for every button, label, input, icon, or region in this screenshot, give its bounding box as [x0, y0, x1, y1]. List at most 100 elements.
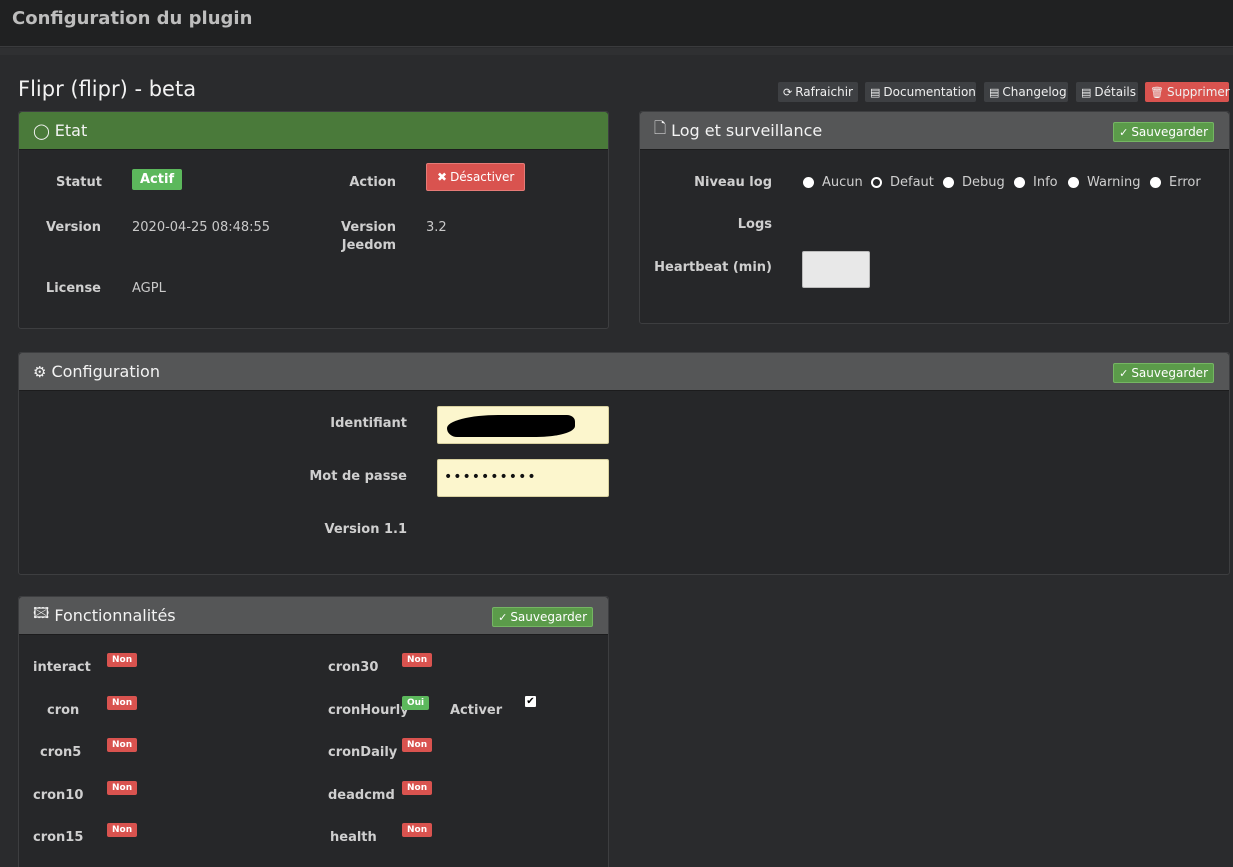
log-save-label: Sauvegarder	[1131, 125, 1208, 139]
radio-icon	[803, 177, 814, 188]
configuration-save-label: Sauvegarder	[1131, 366, 1208, 380]
configuration-title: Configuration	[51, 362, 160, 381]
feature-cronhourly-label: cronHourly	[328, 703, 409, 718]
version-jeedom-value: 3.2	[426, 220, 447, 235]
feature-cron5-label: cron5	[40, 745, 82, 760]
radio-icon	[1150, 177, 1161, 188]
feature-interact-badge: Non	[107, 653, 138, 667]
feature-cron-badge: Non	[107, 696, 138, 710]
statut-label: Statut	[55, 175, 102, 190]
log-level-label: Debug	[962, 175, 1005, 190]
configuration-panel-header: ⚙ Configuration	[19, 353, 1229, 391]
version-label: Version	[46, 220, 101, 235]
activer-checkbox[interactable]: ✔	[525, 696, 536, 707]
page-title: Configuration du plugin	[12, 8, 253, 29]
radio-icon	[943, 177, 954, 188]
feature-cron15-badge: Non	[107, 823, 138, 837]
delete-button[interactable]: 🗑 Supprimer	[1145, 82, 1230, 102]
fonctionnalites-save-button[interactable]: ✓ Sauvegarder	[492, 607, 593, 627]
book-icon: ▤	[989, 85, 1000, 99]
gears-icon: ⚙	[33, 362, 47, 381]
refresh-button[interactable]: ⟳ Rafraichir	[778, 82, 858, 102]
top-bar: Configuration du plugin	[0, 0, 1233, 47]
log-level-error[interactable]: Error	[1150, 175, 1201, 190]
status-badge: Actif	[132, 169, 183, 190]
license-value: AGPL	[132, 281, 166, 296]
log-save-button[interactable]: ✓ Sauvegarder	[1113, 122, 1214, 142]
log-level-label: Defaut	[890, 175, 934, 190]
check-circle-icon: ✓	[1119, 366, 1129, 380]
file-icon: 🗋	[654, 119, 667, 137]
identifiant-field[interactable]	[437, 406, 609, 444]
header-separator	[0, 48, 1233, 55]
configuration-save-button[interactable]: ✓ Sauvegarder	[1113, 363, 1214, 383]
log-level-label: Error	[1169, 175, 1201, 190]
trash-icon: 🗑	[1150, 85, 1164, 99]
book-icon: ▤	[870, 85, 881, 99]
feature-cron5-badge: Non	[107, 738, 138, 752]
feature-health-badge: Non	[402, 823, 433, 837]
action-label: Action	[349, 175, 396, 190]
feature-interact-label: interact	[33, 660, 91, 675]
details-button[interactable]: ▤ Détails	[1076, 82, 1138, 102]
deactivate-button[interactable]: ✖ Désactiver	[426, 163, 526, 191]
feature-cron30-badge: Non	[402, 653, 433, 667]
etat-panel: ◯ Etat	[18, 111, 609, 329]
password-value: ••••••••••	[444, 469, 537, 485]
feature-cron10-badge: Non	[107, 781, 138, 795]
version-jeedom-label-line2: Jeedom	[341, 238, 396, 253]
log-level-label: Warning	[1087, 175, 1141, 190]
radio-selected-icon	[871, 177, 882, 188]
feature-crondaily-badge: Non	[402, 738, 433, 752]
configuration-panel: ⚙ Configuration ✓ Sauvegarder	[18, 352, 1230, 575]
delete-label: Supprimer	[1166, 85, 1230, 99]
details-label: Détails	[1094, 85, 1137, 99]
feature-health-label: health	[330, 830, 377, 845]
feature-cron15-label: cron15	[33, 830, 84, 845]
password-field[interactable]: ••••••••••	[437, 459, 609, 497]
radio-icon	[1068, 177, 1079, 188]
image-icon: 🖾	[33, 604, 50, 622]
log-level-warning[interactable]: Warning	[1068, 175, 1140, 190]
log-level-info[interactable]: Info	[1014, 175, 1058, 190]
changelog-label: Changelog	[1002, 85, 1067, 99]
refresh-icon: ⟳	[783, 85, 793, 99]
etat-panel-header: ◯ Etat	[19, 112, 608, 150]
check-circle-icon: ✓	[1119, 125, 1129, 139]
feature-deadcmd-label: deadcmd	[328, 788, 395, 803]
config-version-text: Version 1.1	[324, 522, 407, 537]
heartbeat-input[interactable]	[802, 251, 870, 288]
log-level-defaut[interactable]: Defaut	[871, 175, 934, 190]
spinner-icon: ◯	[33, 121, 50, 140]
deactivate-label: Désactiver	[450, 170, 515, 184]
fonctionnalites-save-label: Sauvegarder	[510, 610, 587, 624]
feature-cron10-label: cron10	[33, 788, 84, 803]
log-level-label: Aucun	[822, 175, 863, 190]
log-level-debug[interactable]: Debug	[943, 175, 1005, 190]
etat-title: Etat	[54, 121, 88, 140]
identifiant-label: Identifiant	[330, 416, 407, 431]
niveau-log-label: Niveau log	[694, 175, 772, 190]
documentation-button[interactable]: ▤ Documentation	[865, 82, 976, 102]
feature-crondaily-label: cronDaily	[328, 745, 398, 760]
version-value: 2020-04-25 08:48:55	[132, 220, 271, 235]
log-title: Log et surveillance	[671, 121, 823, 140]
changelog-button[interactable]: ▤ Changelog	[984, 82, 1068, 102]
check-circle-icon: ✓	[498, 610, 508, 624]
documentation-label: Documentation	[883, 85, 976, 99]
password-label: Mot de passe	[309, 469, 407, 484]
feature-deadcmd-badge: Non	[402, 781, 433, 795]
license-label: License	[45, 281, 101, 296]
log-level-label: Info	[1033, 175, 1058, 190]
feature-cron30-label: cron30	[328, 660, 379, 675]
heartbeat-label: Heartbeat (min)	[654, 260, 772, 275]
fonctionnalites-title: Fonctionnalités	[54, 606, 176, 625]
refresh-label: Rafraichir	[795, 85, 853, 99]
redacted-mark	[447, 415, 575, 437]
logs-label: Logs	[737, 217, 772, 232]
feature-cronhourly-badge: Oui	[402, 696, 430, 710]
activer-label: Activer	[450, 703, 503, 718]
log-level-aucun[interactable]: Aucun	[803, 175, 863, 190]
plugin-title: Flipr (flipr) - beta	[18, 77, 197, 101]
version-jeedom-label-line1: Version	[341, 220, 396, 235]
